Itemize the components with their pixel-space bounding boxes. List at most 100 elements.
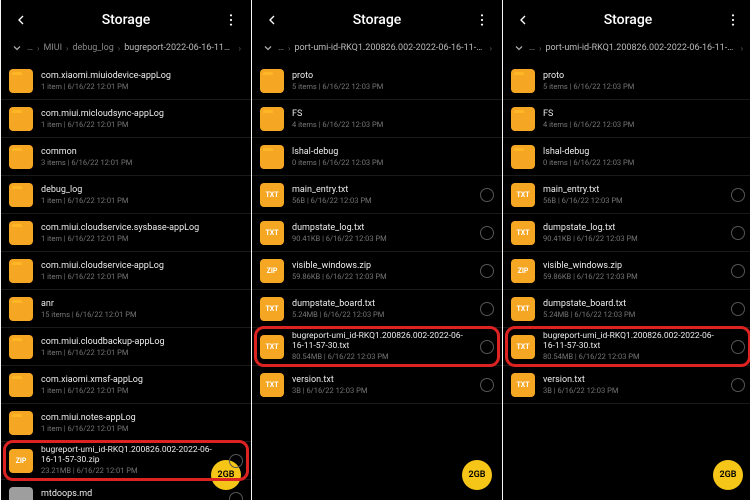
chevron-down-icon[interactable]: [9, 40, 25, 56]
txt-file-icon: TXT: [260, 335, 284, 359]
list-item[interactable]: lshal-debug0 items | 6/16/22 12:03 PM: [503, 138, 750, 176]
item-subtext: 0 items | 6/16/22 12:03 PM: [543, 158, 745, 167]
list-item[interactable]: TXTdumpstate_board.txt5.24MB | 6/16/22 1…: [503, 290, 750, 328]
zip-file-icon: ZIP: [511, 259, 535, 283]
list-item[interactable]: ZIPvisible_windows.zip59.86KB | 6/16/22 …: [252, 252, 502, 290]
select-circle[interactable]: [731, 188, 745, 202]
more-icon[interactable]: [470, 8, 494, 32]
item-meta: com.xiaomi.miuiodevice-appLog1 item | 6/…: [41, 71, 243, 91]
header: Storage: [1, 0, 251, 40]
list-item[interactable]: com.miui.cloudservice.sysbase-appLog1 it…: [1, 214, 251, 252]
list-item[interactable]: anr15 items | 6/16/22 12:01 PM: [1, 290, 251, 328]
folder-icon: [9, 183, 33, 207]
item-subtext: 1 item | 6/16/22 12:01 PM: [41, 120, 243, 129]
breadcrumb-segment[interactable]: …: [527, 43, 537, 53]
breadcrumb-segment[interactable]: port-umi-id-RKQ1.200826.002-2022-06-16-1…: [543, 43, 738, 53]
list-item[interactable]: common3 items | 6/16/22 12:01 PM: [1, 138, 251, 176]
list-item[interactable]: com.miui.cloudservice-appLog1 item | 6/1…: [1, 252, 251, 290]
back-icon[interactable]: [260, 8, 284, 32]
select-circle[interactable]: [480, 340, 494, 354]
item-name: com.miui.micloudsync-appLog: [41, 109, 243, 119]
breadcrumb-segment[interactable]: debug_log: [70, 43, 115, 53]
item-subtext: 1 item | 6/16/22 12:01 PM: [41, 272, 243, 281]
breadcrumb-segment[interactable]: port-umi-id-RKQ1.200826.002-2022-06-16-1…: [292, 43, 487, 53]
item-meta: com.miui.cloudservice.sysbase-appLog1 it…: [41, 223, 243, 243]
storage-panel: Storage…›port-umi-id-RKQ1.200826.002-202…: [252, 0, 502, 500]
back-icon[interactable]: [511, 8, 535, 32]
select-circle[interactable]: [229, 454, 243, 468]
item-meta: anr15 items | 6/16/22 12:01 PM: [41, 299, 243, 319]
select-circle[interactable]: [731, 302, 745, 316]
list-item[interactable]: com.miui.cloudbackup-appLog1 item | 6/16…: [1, 328, 251, 366]
list-item[interactable]: FS4 items | 6/16/22 12:03 PM: [252, 100, 502, 138]
item-meta: proto5 items | 6/16/22 12:03 PM: [543, 71, 745, 91]
item-name: debug_log: [41, 185, 243, 195]
item-name: FS: [543, 109, 745, 119]
list-item[interactable]: com.miui.notes-appLog1 item | 6/16/22 12…: [1, 404, 251, 442]
breadcrumb[interactable]: … ›port-umi-id-RKQ1.200826.002-2022-06-16…: [252, 40, 502, 62]
breadcrumb-segment[interactable]: …: [25, 43, 35, 53]
breadcrumb-segment[interactable]: bugreport-2022-06-16-115730: [122, 43, 236, 53]
list-item[interactable]: FS4 items | 6/16/22 12:03 PM: [503, 100, 750, 138]
item-subtext: 3B | 6/16/22 12:03 PM: [292, 386, 474, 395]
list-item[interactable]: TXTmain_entry.txt56B | 6/16/22 12:03 PM: [503, 176, 750, 214]
select-circle[interactable]: [731, 264, 745, 278]
list-item[interactable]: com.xiaomi.xmsf-appLog1 item | 6/16/22 1…: [1, 366, 251, 404]
item-meta: bugreport-umi_id-RKQ1.200826.002-2022-06…: [543, 332, 725, 362]
item-subtext: 15 items | 6/16/22 12:01 PM: [41, 310, 243, 319]
list-item[interactable]: ZIPvisible_windows.zip59.86KB | 6/16/22 …: [503, 252, 750, 290]
list-item[interactable]: TXTmain_entry.txt56B | 6/16/22 12:03 PM: [252, 176, 502, 214]
page-title: Storage: [535, 12, 721, 28]
item-subtext: 5 items | 6/16/22 12:03 PM: [543, 82, 745, 91]
select-circle[interactable]: [731, 378, 745, 392]
list-item[interactable]: TXTbugreport-umi_id-RKQ1.200826.002-2022…: [503, 328, 750, 366]
item-meta: dumpstate_board.txt5.24MB | 6/16/22 12:0…: [543, 299, 725, 319]
back-icon[interactable]: [9, 8, 33, 32]
storage-badge[interactable]: 2GB: [713, 460, 743, 490]
select-circle[interactable]: [229, 492, 243, 500]
select-circle[interactable]: [480, 302, 494, 316]
list-item[interactable]: lshal-debug0 items | 6/16/22 12:03 PM: [252, 138, 502, 176]
list-item[interactable]: TXTdumpstate_log.txt90.41KB | 6/16/22 12…: [252, 214, 502, 252]
more-icon[interactable]: [721, 8, 745, 32]
more-icon[interactable]: [219, 8, 243, 32]
select-circle[interactable]: [480, 188, 494, 202]
breadcrumb-segment[interactable]: MIUI: [41, 43, 64, 53]
list-item[interactable]: proto5 items | 6/16/22 12:03 PM: [252, 62, 502, 100]
storage-badge[interactable]: 2GB: [462, 460, 492, 490]
chevron-down-icon[interactable]: [260, 40, 276, 56]
breadcrumb-caret-icon: ›: [488, 44, 494, 53]
select-circle[interactable]: [480, 378, 494, 392]
select-circle[interactable]: [480, 226, 494, 240]
select-circle[interactable]: [480, 264, 494, 278]
item-name: bugreport-umi_id-RKQ1.200826.002-2022-06…: [543, 332, 725, 352]
select-circle[interactable]: [731, 226, 745, 240]
list-item[interactable]: TXTdumpstate_log.txt90.41KB | 6/16/22 12…: [503, 214, 750, 252]
txt-file-icon: TXT: [511, 183, 535, 207]
list-item[interactable]: debug_log1 item | 6/16/22 12:01 PM: [1, 176, 251, 214]
list-item[interactable]: TXT bugreport-umi_id-RKQ1.200826.002-2022…: [252, 328, 502, 366]
item-name: proto: [292, 71, 494, 81]
list-item[interactable]: TXTversion.txt3B | 6/16/22 12:03 PM: [252, 366, 502, 404]
list-item[interactable]: com.xiaomi.miuiodevice-appLog1 item | 6/…: [1, 62, 251, 100]
list-item[interactable]: TXTdumpstate_board.txt5.24MB | 6/16/22 1…: [252, 290, 502, 328]
item-name: visible_windows.zip: [543, 261, 725, 271]
item-name: lshal-debug: [543, 147, 745, 157]
breadcrumb[interactable]: …›MIUI›debug_log›bugreport-2022-06-16-11…: [1, 40, 251, 62]
item-meta: version.txt3B | 6/16/22 12:03 PM: [292, 375, 474, 395]
item-meta: version.txt3B | 6/16/22 12:03 PM: [543, 375, 725, 395]
breadcrumb-segment[interactable]: …: [276, 43, 286, 53]
list-item[interactable]: TXTversion.txt3B | 6/16/22 12:03 PM: [503, 366, 750, 404]
item-meta: dumpstate_log.txt90.41KB | 6/16/22 12:03…: [292, 223, 474, 243]
item-meta: dumpstate_log.txt90.41KB | 6/16/22 12:03…: [543, 223, 725, 243]
breadcrumb[interactable]: …›port-umi-id-RKQ1.200826.002-2022-06-16…: [503, 40, 750, 62]
list-item[interactable]: ZIPbugreport-umi_id-RKQ1.200826.002-2022…: [1, 442, 251, 480]
item-subtext: 23.21MB | 6/16/22 12:01 PM: [41, 466, 223, 475]
item-subtext: 1 item | 6/16/22 12:01 PM: [41, 348, 243, 357]
item-subtext: 5 items | 6/16/22 12:03 PM: [292, 82, 494, 91]
list-item[interactable]: com.miui.micloudsync-appLog1 item | 6/16…: [1, 100, 251, 138]
select-circle[interactable]: [731, 340, 745, 354]
item-meta: bugreport-umi_id-RKQ1.200826.002-2022-06…: [292, 332, 474, 362]
list-item[interactable]: proto5 items | 6/16/22 12:03 PM: [503, 62, 750, 100]
chevron-down-icon[interactable]: [511, 40, 527, 56]
